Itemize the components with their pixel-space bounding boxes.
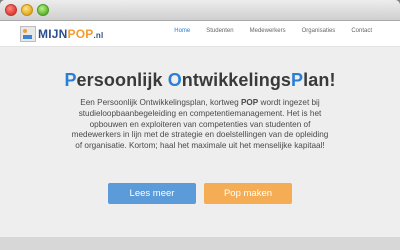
page-footer-strip (0, 237, 400, 250)
hero-intro-text: Een Persoonlijk Ontwikkelingsplan, kortw… (80, 98, 241, 107)
minimize-window-button[interactable] (21, 4, 33, 16)
logo-text-tld: .nl (93, 30, 104, 40)
pop-maken-button[interactable]: Pop maken (204, 183, 292, 204)
hero-intro: Een Persoonlijk Ontwikkelingsplan, kortw… (70, 98, 330, 152)
window-titlebar (0, 0, 400, 21)
main-nav: Home Studenten Medewerkers Organisaties … (166, 28, 380, 34)
maximize-window-button[interactable] (37, 4, 49, 16)
nav-item-organisaties[interactable]: Organisaties (294, 28, 344, 34)
nav-item-studenten[interactable]: Studenten (198, 28, 241, 34)
nav-item-home[interactable]: Home (166, 28, 198, 34)
nav-item-medewerkers[interactable]: Medewerkers (242, 28, 294, 34)
close-window-button[interactable] (5, 4, 17, 16)
site-logo[interactable]: MIJNPOP.nl (20, 24, 103, 43)
hero-intro-bold: POP (240, 98, 259, 107)
hero-section: Persoonlijk OntwikkelingsPlan! Een Perso… (0, 47, 400, 237)
site-navbar: MIJNPOP.nl Home Studenten Medewerkers Or… (0, 21, 400, 47)
hero-title-part: P (291, 70, 304, 90)
hero-title: Persoonlijk OntwikkelingsPlan! (0, 70, 400, 91)
hero-title-part: lan! (303, 70, 336, 90)
logo-text: MIJNPOP.nl (38, 27, 103, 41)
logo-icon (20, 25, 36, 42)
logo-text-pop: POP (67, 26, 94, 41)
logo-text-mijn: MIJN (38, 26, 68, 41)
hero-title-part: ersoonlijk (76, 70, 168, 90)
lees-meer-button[interactable]: Lees meer (108, 183, 196, 204)
hero-title-part: ntwikkelings (181, 70, 292, 90)
nav-item-contact[interactable]: Contact (343, 28, 380, 34)
hero-title-part: O (167, 70, 182, 90)
hero-title-part: P (64, 70, 77, 90)
browser-window: MIJNPOP.nl Home Studenten Medewerkers Or… (0, 0, 400, 250)
